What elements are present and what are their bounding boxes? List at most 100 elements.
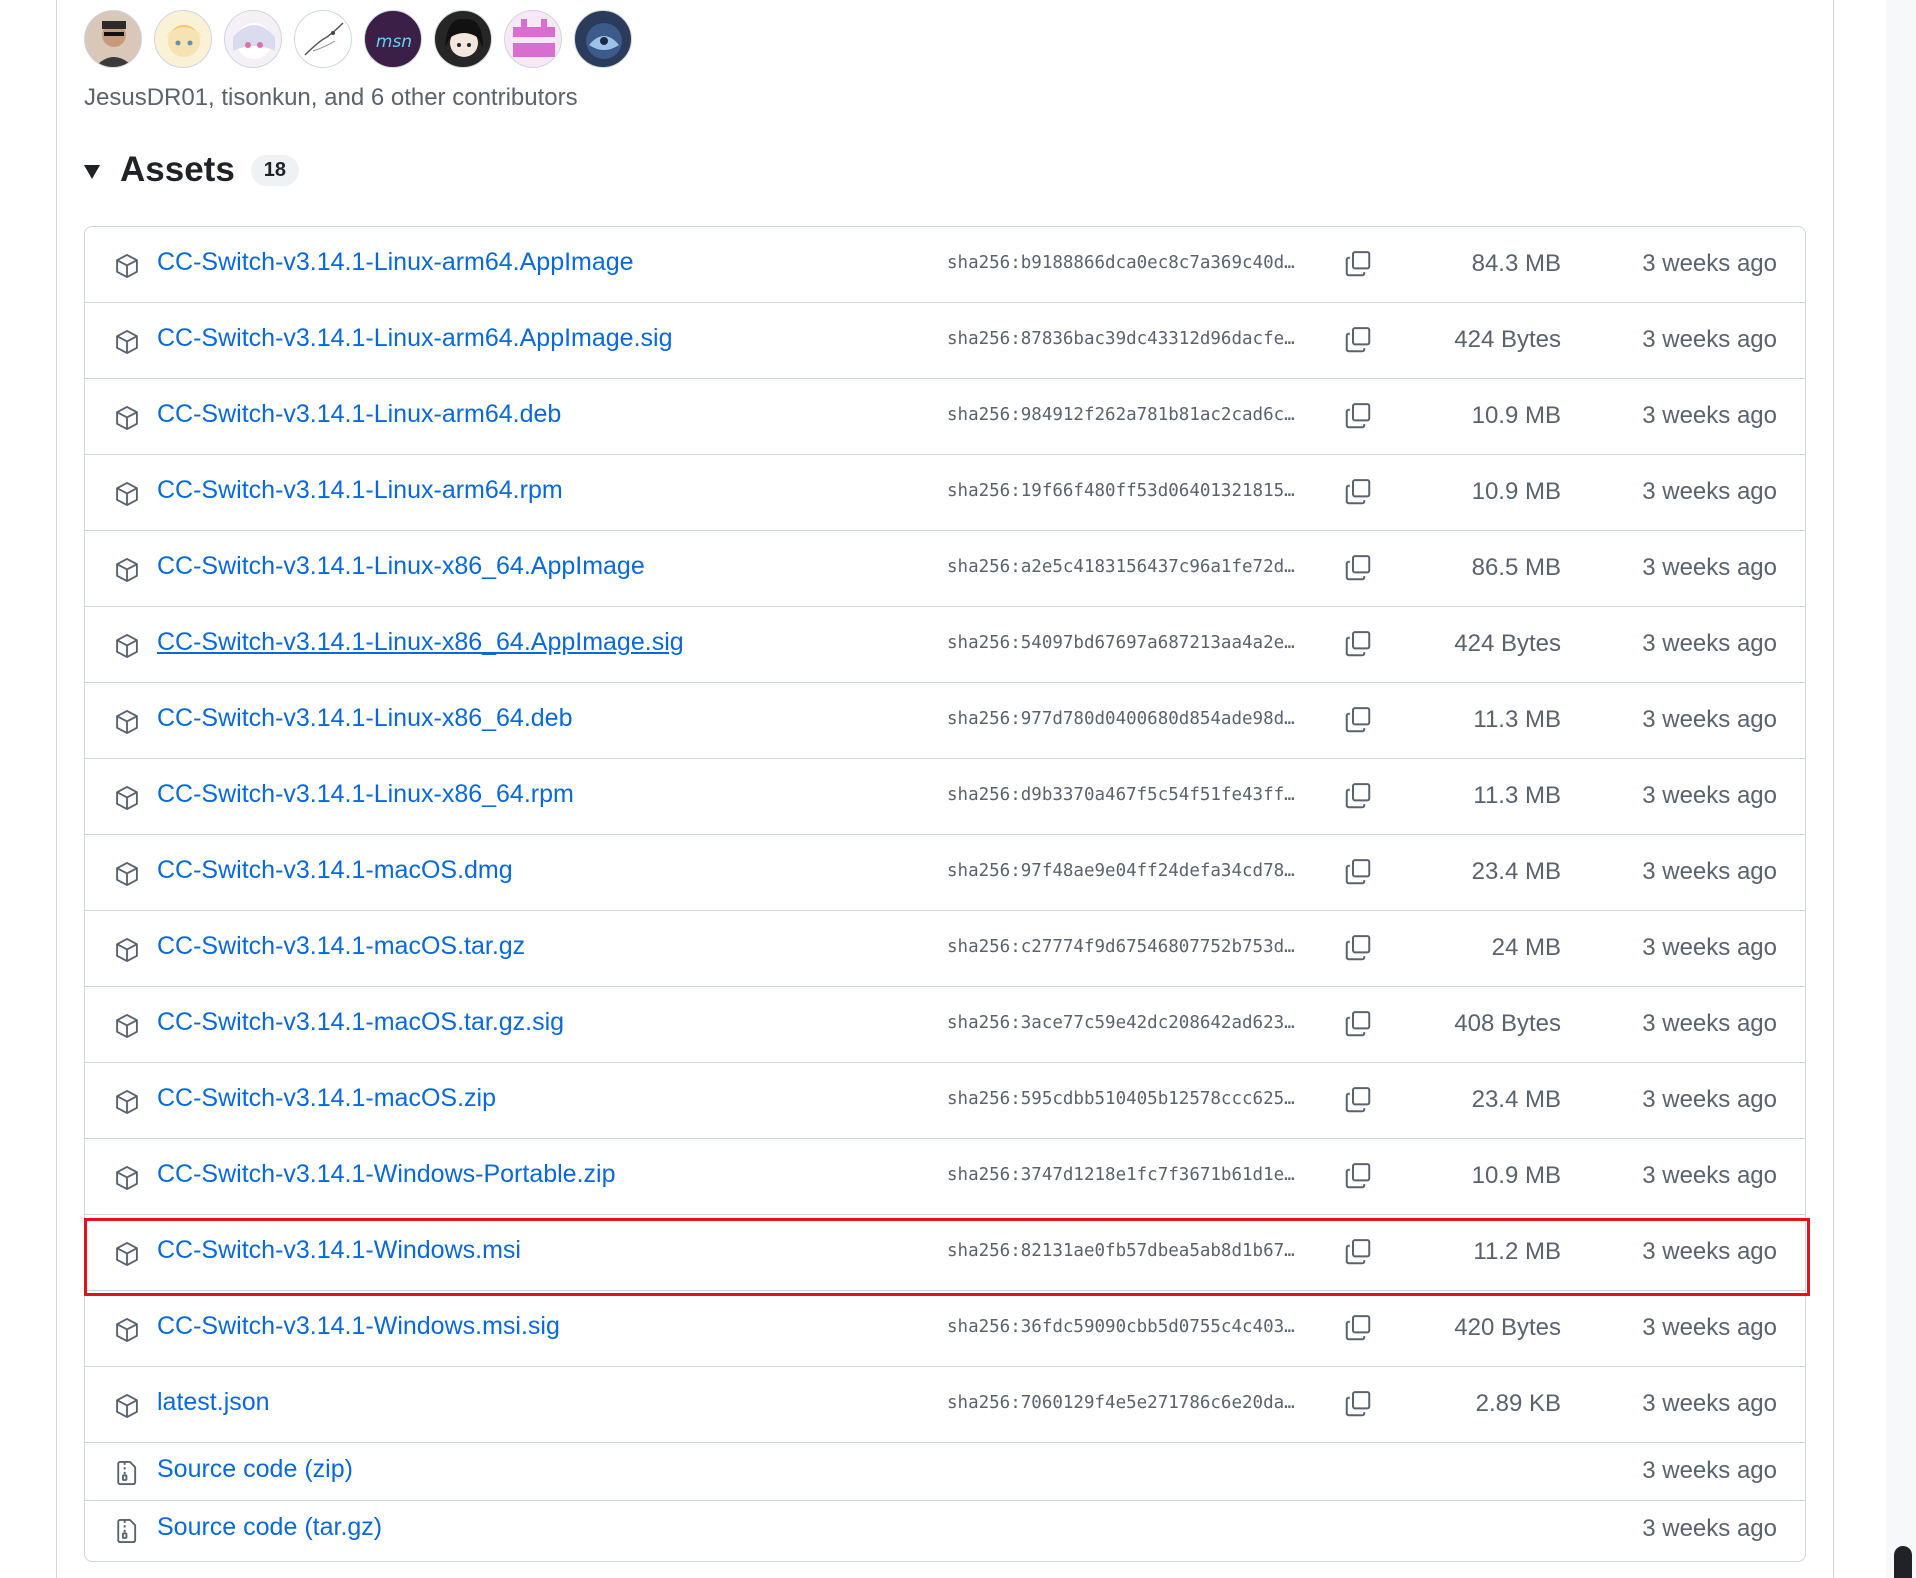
package-icon	[116, 861, 138, 887]
asset-row: CC-Switch-v3.14.1-Linux-x86_64.rpm sha25…	[85, 759, 1805, 835]
asset-list: CC-Switch-v3.14.1-Linux-arm64.AppImage s…	[84, 226, 1806, 1562]
package-icon	[116, 633, 138, 659]
asset-date: 3 weeks ago	[1642, 630, 1777, 657]
asset-row: CC-Switch-v3.14.1-Linux-x86_64.AppImage …	[85, 531, 1805, 607]
package-icon	[116, 481, 138, 507]
asset-link[interactable]: CC-Switch-v3.14.1-macOS.tar.gz	[157, 932, 525, 961]
asset-date: 3 weeks ago	[1642, 706, 1777, 733]
contributor-avatar[interactable]	[504, 10, 562, 68]
asset-date: 3 weeks ago	[1642, 1314, 1777, 1341]
copy-icon[interactable]	[1343, 629, 1373, 659]
assets-title: Assets	[120, 150, 235, 189]
asset-size: 420 Bytes	[1454, 1314, 1561, 1341]
asset-row: CC-Switch-v3.14.1-Linux-arm64.rpm sha256…	[85, 455, 1805, 531]
copy-icon[interactable]	[1343, 781, 1373, 811]
package-icon	[116, 557, 138, 583]
assets-count-badge: 18	[250, 154, 300, 186]
asset-size: 11.3 MB	[1473, 782, 1561, 809]
contributor-avatar[interactable]	[154, 10, 212, 68]
contributor-avatar[interactable]	[84, 10, 142, 68]
scrollbar-thumb[interactable]	[1894, 1546, 1912, 1578]
asset-link[interactable]: CC-Switch-v3.14.1-macOS.dmg	[157, 856, 513, 885]
contributor-avatars: msn	[84, 10, 632, 68]
asset-size: 10.9 MB	[1471, 402, 1561, 429]
package-icon	[116, 709, 138, 735]
asset-date: 3 weeks ago	[1642, 250, 1777, 277]
svg-text:msn: msn	[376, 32, 412, 52]
asset-date: 3 weeks ago	[1642, 858, 1777, 885]
asset-link[interactable]: CC-Switch-v3.14.1-Linux-x86_64.rpm	[157, 780, 574, 809]
copy-icon[interactable]	[1343, 1085, 1373, 1115]
asset-row: CC-Switch-v3.14.1-Linux-arm64.deb sha256…	[85, 379, 1805, 455]
asset-size: 424 Bytes	[1454, 630, 1561, 657]
asset-link[interactable]: CC-Switch-v3.14.1-Linux-x86_64.AppImage.…	[157, 628, 684, 657]
asset-date: 3 weeks ago	[1642, 1086, 1777, 1113]
asset-size: 424 Bytes	[1454, 326, 1561, 353]
contributor-avatar[interactable]	[574, 10, 632, 68]
asset-link[interactable]: CC-Switch-v3.14.1-macOS.tar.gz.sig	[157, 1008, 564, 1037]
contributor-avatar[interactable]	[434, 10, 492, 68]
package-icon	[116, 785, 138, 811]
asset-link[interactable]: CC-Switch-v3.14.1-Linux-arm64.rpm	[157, 476, 563, 505]
copy-icon[interactable]	[1343, 1237, 1373, 1267]
source-date: 3 weeks ago	[1642, 1457, 1777, 1484]
package-icon	[116, 1393, 138, 1419]
source-code-link[interactable]: Source code (tar.gz)	[157, 1513, 382, 1542]
copy-icon[interactable]	[1343, 933, 1373, 963]
asset-link[interactable]: CC-Switch-v3.14.1-Windows.msi.sig	[157, 1312, 560, 1341]
asset-date: 3 weeks ago	[1642, 1162, 1777, 1189]
asset-size: 84.3 MB	[1471, 250, 1561, 277]
assets-toggle[interactable]: Assets 18	[84, 150, 300, 190]
asset-link[interactable]: CC-Switch-v3.14.1-Windows-Portable.zip	[157, 1160, 615, 1189]
asset-date: 3 weeks ago	[1642, 1010, 1777, 1037]
asset-date: 3 weeks ago	[1642, 554, 1777, 581]
source-code-link[interactable]: Source code (zip)	[157, 1455, 353, 1484]
asset-size: 86.5 MB	[1471, 554, 1561, 581]
asset-link[interactable]: CC-Switch-v3.14.1-Linux-x86_64.AppImage	[157, 552, 645, 581]
copy-icon[interactable]	[1343, 1009, 1373, 1039]
copy-icon[interactable]	[1343, 553, 1373, 583]
asset-row: CC-Switch-v3.14.1-macOS.tar.gz.sig sha25…	[85, 987, 1805, 1063]
contributor-avatar[interactable]	[294, 10, 352, 68]
asset-link[interactable]: CC-Switch-v3.14.1-Windows.msi	[157, 1236, 521, 1265]
asset-row: latest.json sha256:7060129f4e5e271786c6e…	[85, 1367, 1805, 1443]
package-icon	[116, 1241, 138, 1267]
copy-icon[interactable]	[1343, 249, 1373, 279]
asset-date: 3 weeks ago	[1642, 934, 1777, 961]
contributor-avatar[interactable]	[224, 10, 282, 68]
contributor-avatar[interactable]: msn	[364, 10, 422, 68]
source-date: 3 weeks ago	[1642, 1515, 1777, 1542]
package-icon	[116, 937, 138, 963]
asset-row: CC-Switch-v3.14.1-Linux-arm64.AppImage.s…	[85, 303, 1805, 379]
scrollbar-track[interactable]	[1886, 0, 1916, 1578]
asset-link[interactable]: latest.json	[157, 1388, 270, 1417]
asset-date: 3 weeks ago	[1642, 402, 1777, 429]
asset-size: 24 MB	[1491, 934, 1561, 961]
file-zip-icon	[117, 1518, 137, 1544]
asset-size: 10.9 MB	[1471, 1162, 1561, 1189]
asset-link[interactable]: CC-Switch-v3.14.1-macOS.zip	[157, 1084, 496, 1113]
asset-row: CC-Switch-v3.14.1-macOS.dmg sha256:97f48…	[85, 835, 1805, 911]
copy-icon[interactable]	[1343, 1389, 1373, 1419]
asset-size: 23.4 MB	[1471, 858, 1561, 885]
asset-link[interactable]: CC-Switch-v3.14.1-Linux-arm64.AppImage.s…	[157, 324, 673, 353]
copy-icon[interactable]	[1343, 1313, 1373, 1343]
package-icon	[116, 1165, 138, 1191]
copy-icon[interactable]	[1343, 477, 1373, 507]
asset-link[interactable]: CC-Switch-v3.14.1-Linux-arm64.deb	[157, 400, 561, 429]
package-icon	[116, 1317, 138, 1343]
copy-icon[interactable]	[1343, 705, 1373, 735]
asset-link[interactable]: CC-Switch-v3.14.1-Linux-arm64.AppImage	[157, 248, 634, 277]
copy-icon[interactable]	[1343, 857, 1373, 887]
asset-size: 2.89 KB	[1475, 1390, 1561, 1417]
copy-icon[interactable]	[1343, 1161, 1373, 1191]
asset-date: 3 weeks ago	[1642, 1238, 1777, 1265]
file-zip-icon	[117, 1460, 137, 1486]
asset-link[interactable]: CC-Switch-v3.14.1-Linux-x86_64.deb	[157, 704, 573, 733]
copy-icon[interactable]	[1343, 325, 1373, 355]
asset-row: CC-Switch-v3.14.1-Windows.msi sha256:821…	[85, 1215, 1805, 1291]
asset-row: CC-Switch-v3.14.1-macOS.tar.gz sha256:c2…	[85, 911, 1805, 987]
copy-icon[interactable]	[1343, 401, 1373, 431]
caret-down-icon	[84, 165, 100, 179]
source-row: Source code (zip) 3 weeks ago	[85, 1443, 1805, 1501]
